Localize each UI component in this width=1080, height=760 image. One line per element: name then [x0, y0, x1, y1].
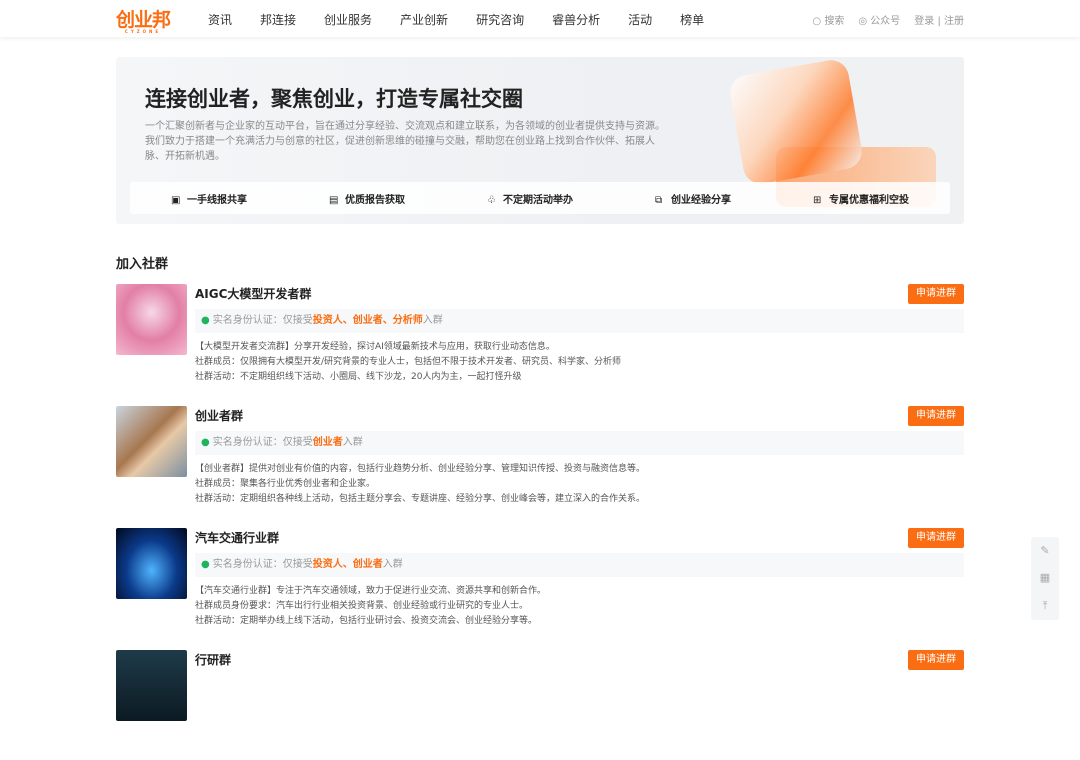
feature-item: ⊞专属优惠福利空投: [813, 191, 909, 206]
group-title: 汽车交通行业群: [195, 529, 279, 546]
group-image: [116, 284, 187, 355]
floating-toolbar: ✎ ▦ ⤒: [1031, 537, 1059, 620]
top-nav: 创业邦CYZONE 资讯 邦连接 创业服务 产业创新 研究咨询 睿兽分析 活动 …: [0, 0, 1080, 37]
nav-item[interactable]: 活动: [628, 11, 652, 28]
group-title: 创业者群: [195, 407, 243, 424]
group-card: 汽车交通行业群 申请进群 ●实名身份认证：仅接受投资人、创业者入群 【汽车交通行…: [116, 528, 964, 638]
group-desc: 【创业者群】提供对创业有价值的内容，包括行业趋势分析、创业经验分享、管理知识传授…: [195, 462, 645, 507]
search-button[interactable]: ○ 搜索: [812, 12, 844, 27]
apply-button[interactable]: 申请进群: [908, 650, 964, 670]
user-icon: ●: [201, 437, 210, 448]
feature-item: ▣一手线报共享: [171, 191, 247, 206]
feature-item: ⧉创业经验分享: [655, 191, 731, 206]
feature-item: ♧不定期活动举办: [487, 191, 573, 206]
wechat-icon: ◎: [858, 16, 867, 27]
group-card: 行研群 申请进群: [116, 650, 964, 760]
news-icon: ▣: [171, 195, 181, 206]
auth-requirement: ●实名身份认证：仅接受投资人、创业者入群: [195, 553, 964, 577]
feature-bar: ▣一手线报共享 ▤优质报告获取 ♧不定期活动举办 ⧉创业经验分享 ⊞专属优惠福利…: [130, 182, 950, 214]
apply-button[interactable]: 申请进群: [908, 284, 964, 304]
gift-icon: ⊞: [813, 195, 823, 206]
user-icon: ●: [201, 559, 210, 570]
back-to-top-icon[interactable]: ⤒: [1043, 599, 1048, 613]
qrcode-icon[interactable]: ▦: [1040, 571, 1050, 584]
nav-item[interactable]: 产业创新: [400, 11, 448, 28]
nav-item[interactable]: 榜单: [680, 11, 704, 28]
user-icon: ●: [201, 315, 210, 326]
group-desc: 【汽车交通行业群】专注于汽车交通领域，致力于促进行业交流、资源共享和创新合作。社…: [195, 584, 546, 629]
nav-item[interactable]: 睿兽分析: [552, 11, 600, 28]
banner-decoration: [727, 57, 864, 186]
wechat-button[interactable]: ◎ 公众号: [858, 12, 900, 27]
group-image: [116, 406, 187, 477]
share-icon: ⧉: [655, 195, 665, 206]
login-link[interactable]: 登录 | 注册: [914, 12, 964, 27]
group-image: [116, 528, 187, 599]
report-icon: ▤: [329, 195, 339, 206]
group-desc: 【大模型开发者交流群】分享开发经验，探讨AI领域最新技术与应用，获取行业动态信息…: [195, 340, 621, 385]
main-menu: 资讯 邦连接 创业服务 产业创新 研究咨询 睿兽分析 活动 榜单: [208, 11, 732, 28]
group-card: 创业者群 申请进群 ●实名身份认证：仅接受创业者入群 【创业者群】提供对创业有价…: [116, 406, 964, 516]
group-title: AIGC大模型开发者群: [195, 285, 311, 302]
logo[interactable]: 创业邦CYZONE: [116, 5, 170, 34]
event-icon: ♧: [487, 195, 497, 206]
group-title: 行研群: [195, 651, 231, 668]
banner-desc: 一个汇聚创新者与企业家的互动平台，旨在通过分享经验、交流观点和建立联系，为各领域…: [145, 119, 665, 164]
edit-icon[interactable]: ✎: [1040, 544, 1049, 557]
section-title: 加入社群: [116, 253, 168, 272]
nav-item[interactable]: 研究咨询: [476, 11, 524, 28]
feature-item: ▤优质报告获取: [329, 191, 405, 206]
group-card: AIGC大模型开发者群 申请进群 ●实名身份认证：仅接受投资人、创业者、分析师入…: [116, 284, 964, 394]
hero-banner: 连接创业者，聚焦创业，打造专属社交圈 一个汇聚创新者与企业家的互动平台，旨在通过…: [116, 57, 964, 224]
nav-item[interactable]: 邦连接: [260, 11, 296, 28]
banner-title: 连接创业者，聚焦创业，打造专属社交圈: [145, 83, 523, 113]
auth-requirement: ●实名身份认证：仅接受创业者入群: [195, 431, 964, 455]
search-icon: ○: [812, 16, 821, 27]
nav-item[interactable]: 资讯: [208, 11, 232, 28]
auth-requirement: ●实名身份认证：仅接受投资人、创业者、分析师入群: [195, 309, 964, 333]
apply-button[interactable]: 申请进群: [908, 528, 964, 548]
group-image: [116, 650, 187, 721]
apply-button[interactable]: 申请进群: [908, 406, 964, 426]
nav-item[interactable]: 创业服务: [324, 11, 372, 28]
